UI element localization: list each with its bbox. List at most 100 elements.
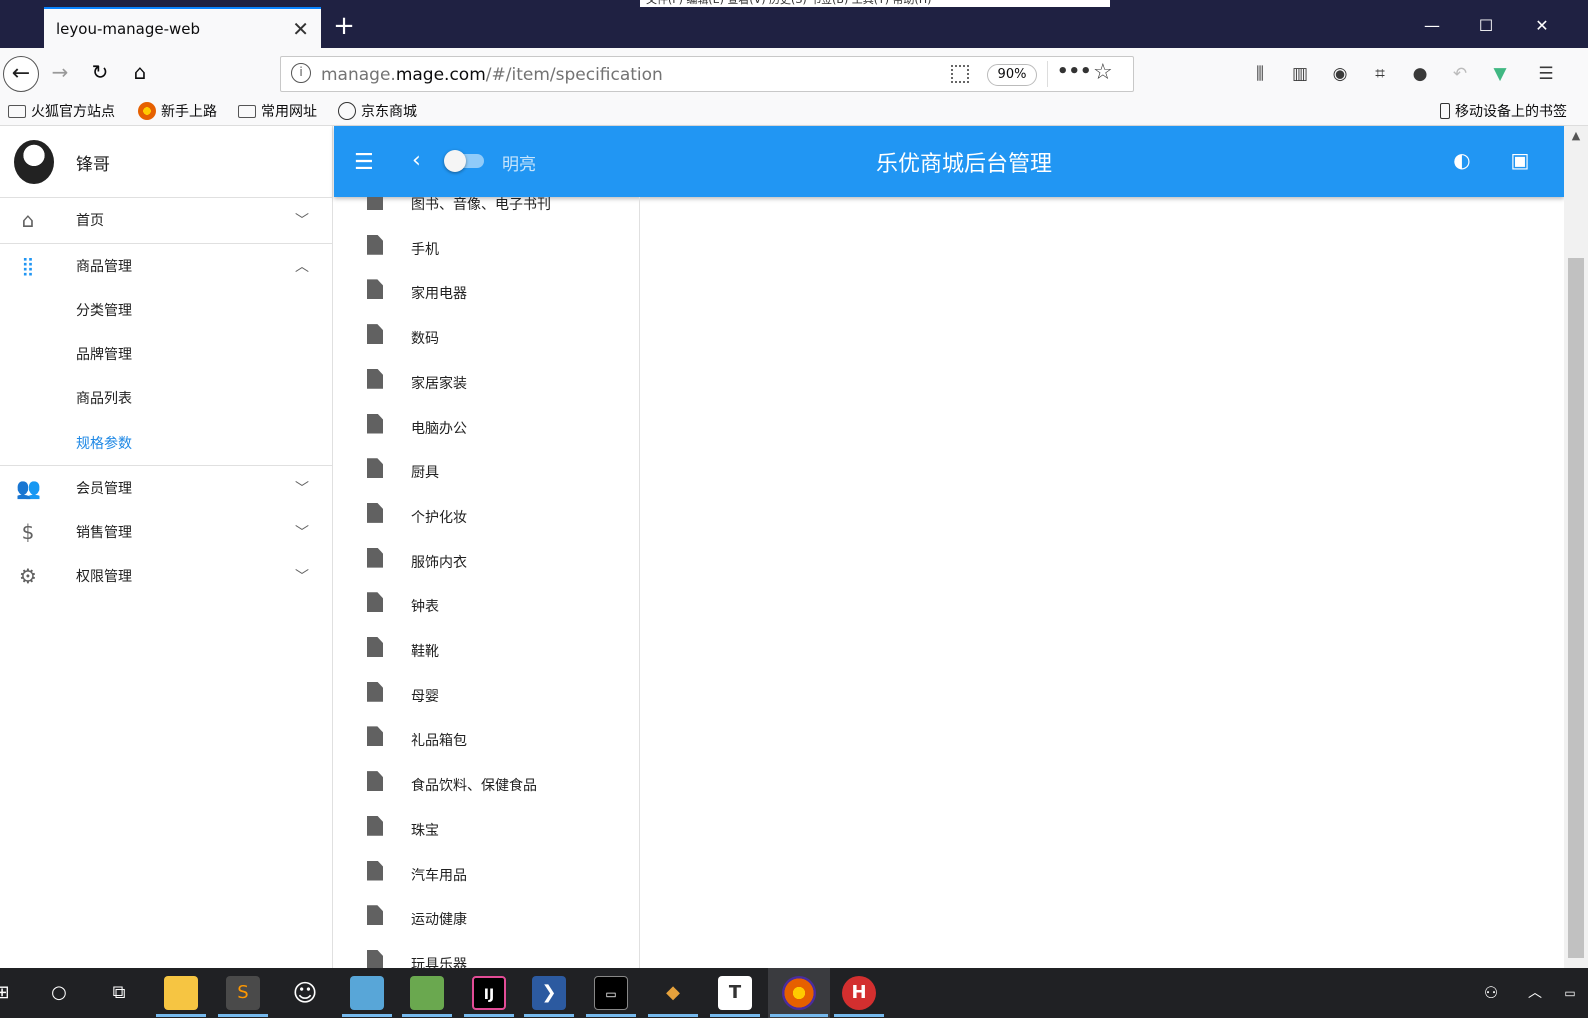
powershell-icon[interactable]: ❯ <box>532 976 566 1010</box>
sidebar-subitem-specification[interactable]: 规格参数 <box>0 421 333 465</box>
invert-colors-icon[interactable]: ◐ <box>1448 146 1476 174</box>
sidebar-toggle-icon[interactable]: ▥ <box>1288 62 1312 86</box>
smiley-app-icon[interactable]: ☺ <box>288 976 322 1010</box>
vue-devtools-icon[interactable]: ▼ <box>1488 62 1512 86</box>
tree-node[interactable]: 珠宝 <box>334 815 639 865</box>
search-icon[interactable]: ○ <box>42 976 76 1010</box>
maximize-icon[interactable]: ☐ <box>1468 12 1504 40</box>
hbuilder-icon[interactable]: H <box>842 976 876 1010</box>
taskbar-running-indicator <box>524 1014 574 1017</box>
task-view-icon[interactable]: ⧉ <box>102 976 136 1010</box>
sidebar-subitem-product-list[interactable]: 商品列表 <box>0 376 333 420</box>
git-client-icon[interactable]: ◆ <box>656 976 690 1010</box>
tree-node[interactable]: 厨具 <box>334 458 639 507</box>
sidebar-item-product-management[interactable]: ⣿ 商品管理 ︿ <box>0 244 333 288</box>
minimize-icon[interactable]: — <box>1414 12 1450 40</box>
bookmark-star-icon[interactable]: ☆ <box>1093 60 1113 85</box>
taskbar-running-indicator <box>402 1014 452 1017</box>
file-explorer-icon[interactable] <box>164 976 198 1010</box>
sublime-text-icon[interactable]: S <box>226 976 260 1010</box>
window-close-icon[interactable]: ✕ <box>1524 12 1560 40</box>
chat-icon[interactable]: ● <box>1408 62 1432 86</box>
account-icon[interactable]: ◉ <box>1328 62 1352 86</box>
bookmark-item[interactable]: 火狐官方站点 <box>8 101 115 121</box>
tree-node-label: 食品饮料、保健食品 <box>411 778 537 795</box>
tree-node[interactable]: 运动健康 <box>334 905 639 954</box>
tree-node[interactable]: 汽车用品 <box>334 860 639 910</box>
sidebar-item-home[interactable]: ⌂ 首页 ﹀ <box>0 198 333 242</box>
battery-tray-icon[interactable]: ▭ <box>1552 976 1588 1010</box>
undo-icon[interactable]: ↶ <box>1448 62 1472 86</box>
tree-node[interactable]: 数码 <box>334 324 639 373</box>
browser-tab[interactable]: leyou-manage-web ✕ <box>44 7 321 48</box>
chevron-down-icon: ﹀ <box>295 525 309 541</box>
sidebar-item-sales[interactable]: $ 销售管理 ﹀ <box>0 510 333 554</box>
bookmark-item[interactable]: 常用网址 <box>238 101 317 121</box>
user-profile[interactable]: 锋哥 <box>0 126 333 198</box>
forward-icon[interactable]: → <box>44 56 76 88</box>
tab-close-icon[interactable]: ✕ <box>292 17 309 41</box>
scrollbar-thumb[interactable] <box>1568 258 1584 958</box>
bookmark-label: 新手上路 <box>161 104 217 120</box>
tree-node[interactable]: 鞋靴 <box>334 637 639 686</box>
zoom-level[interactable]: 90% <box>987 64 1037 86</box>
tree-node[interactable]: 食品饮料、保健食品 <box>334 771 639 820</box>
sidebar-subitem-label: 商品列表 <box>76 391 132 407</box>
tree-node[interactable]: 图书、音像、电子书刊 <box>334 197 639 239</box>
bookmark-item[interactable]: 京东商城 <box>338 101 417 121</box>
sidebar-subitem-category[interactable]: 分类管理 <box>0 288 333 332</box>
screenshot-crop-icon[interactable]: ⌗ <box>1368 62 1392 86</box>
intellij-icon[interactable]: IJ <box>472 976 506 1010</box>
tree-node[interactable]: 钟表 <box>334 592 639 641</box>
tree-node[interactable]: 家居家装 <box>334 368 639 418</box>
people-icon: 👥 <box>16 476 41 500</box>
people-tray-icon[interactable]: ⚇ <box>1474 976 1508 1010</box>
tree-node[interactable]: 母婴 <box>334 681 639 731</box>
start-icon[interactable]: ⊞ <box>0 976 12 1010</box>
tree-node[interactable]: 手机 <box>334 234 639 284</box>
typora-icon[interactable]: T <box>718 976 752 1010</box>
sidebar-item-members[interactable]: 👥 会员管理 ﹀ <box>0 466 333 510</box>
sidebar-item-permissions[interactable]: ⚙ 权限管理 ﹀ <box>0 554 333 598</box>
scroll-up-icon[interactable]: ▲ <box>1564 126 1588 146</box>
taskbar-running-indicator <box>464 1014 514 1017</box>
folder-icon <box>8 104 26 118</box>
tree-node[interactable]: 礼品箱包 <box>334 726 639 775</box>
tree-node[interactable]: 服饰内衣 <box>334 547 639 597</box>
library-icon[interactable]: ⫼ <box>1248 62 1272 86</box>
tree-node-label: 数码 <box>411 331 439 348</box>
back-icon[interactable]: ← <box>3 56 39 92</box>
sidebar-subitem-brand[interactable]: 品牌管理 <box>0 332 333 376</box>
more-actions-icon[interactable]: ••• <box>1057 61 1092 82</box>
tree-node-label: 鞋靴 <box>411 644 439 660</box>
contacts-app-icon[interactable] <box>350 976 384 1010</box>
tree-node[interactable]: 电脑办公 <box>334 413 639 463</box>
hamburger-menu-icon[interactable]: ☰ <box>1534 62 1558 86</box>
folder-icon <box>238 104 256 118</box>
mobile-bookmarks[interactable]: 移动设备上的书签 <box>1440 101 1567 121</box>
app-toolbar: ☰ ‹ 明亮 乐优商城后台管理 ◐ ▣ <box>334 126 1564 197</box>
tab-title: leyou-manage-web <box>56 19 201 38</box>
firefox-taskbar-icon[interactable] <box>782 976 816 1010</box>
reload-icon[interactable]: ↻ <box>84 56 116 88</box>
url-text[interactable]: manage.mage.com/#/item/specification <box>321 65 663 85</box>
qr-code-icon[interactable] <box>951 65 969 83</box>
tree-node-label: 钟表 <box>411 599 439 616</box>
tree-node-label: 电脑办公 <box>411 420 467 437</box>
tree-node[interactable]: 玩具乐器 <box>334 949 639 968</box>
taskbar-running-indicator <box>710 1014 760 1017</box>
tray-expand-icon[interactable]: ︿ <box>1518 976 1552 1010</box>
tree-node[interactable]: 家用电器 <box>334 279 639 328</box>
terminal-icon[interactable]: ▭ <box>594 976 628 1010</box>
sidebar-subitem-label: 品牌管理 <box>76 347 132 363</box>
url-bar[interactable]: i manage.mage.com/#/item/specification 9… <box>280 56 1134 92</box>
home-page-icon[interactable]: ⌂ <box>124 56 156 88</box>
tree-node-label: 礼品箱包 <box>411 733 467 750</box>
new-tab-icon[interactable]: + <box>330 12 358 40</box>
tree-node-label: 汽车用品 <box>411 867 467 884</box>
account-box-icon[interactable]: ▣ <box>1506 146 1534 174</box>
editor-app-icon[interactable] <box>410 976 444 1010</box>
site-info-icon[interactable]: i <box>291 63 311 83</box>
bookmark-item[interactable]: 新手上路 <box>138 101 217 121</box>
tree-node[interactable]: 个护化妆 <box>334 502 639 552</box>
